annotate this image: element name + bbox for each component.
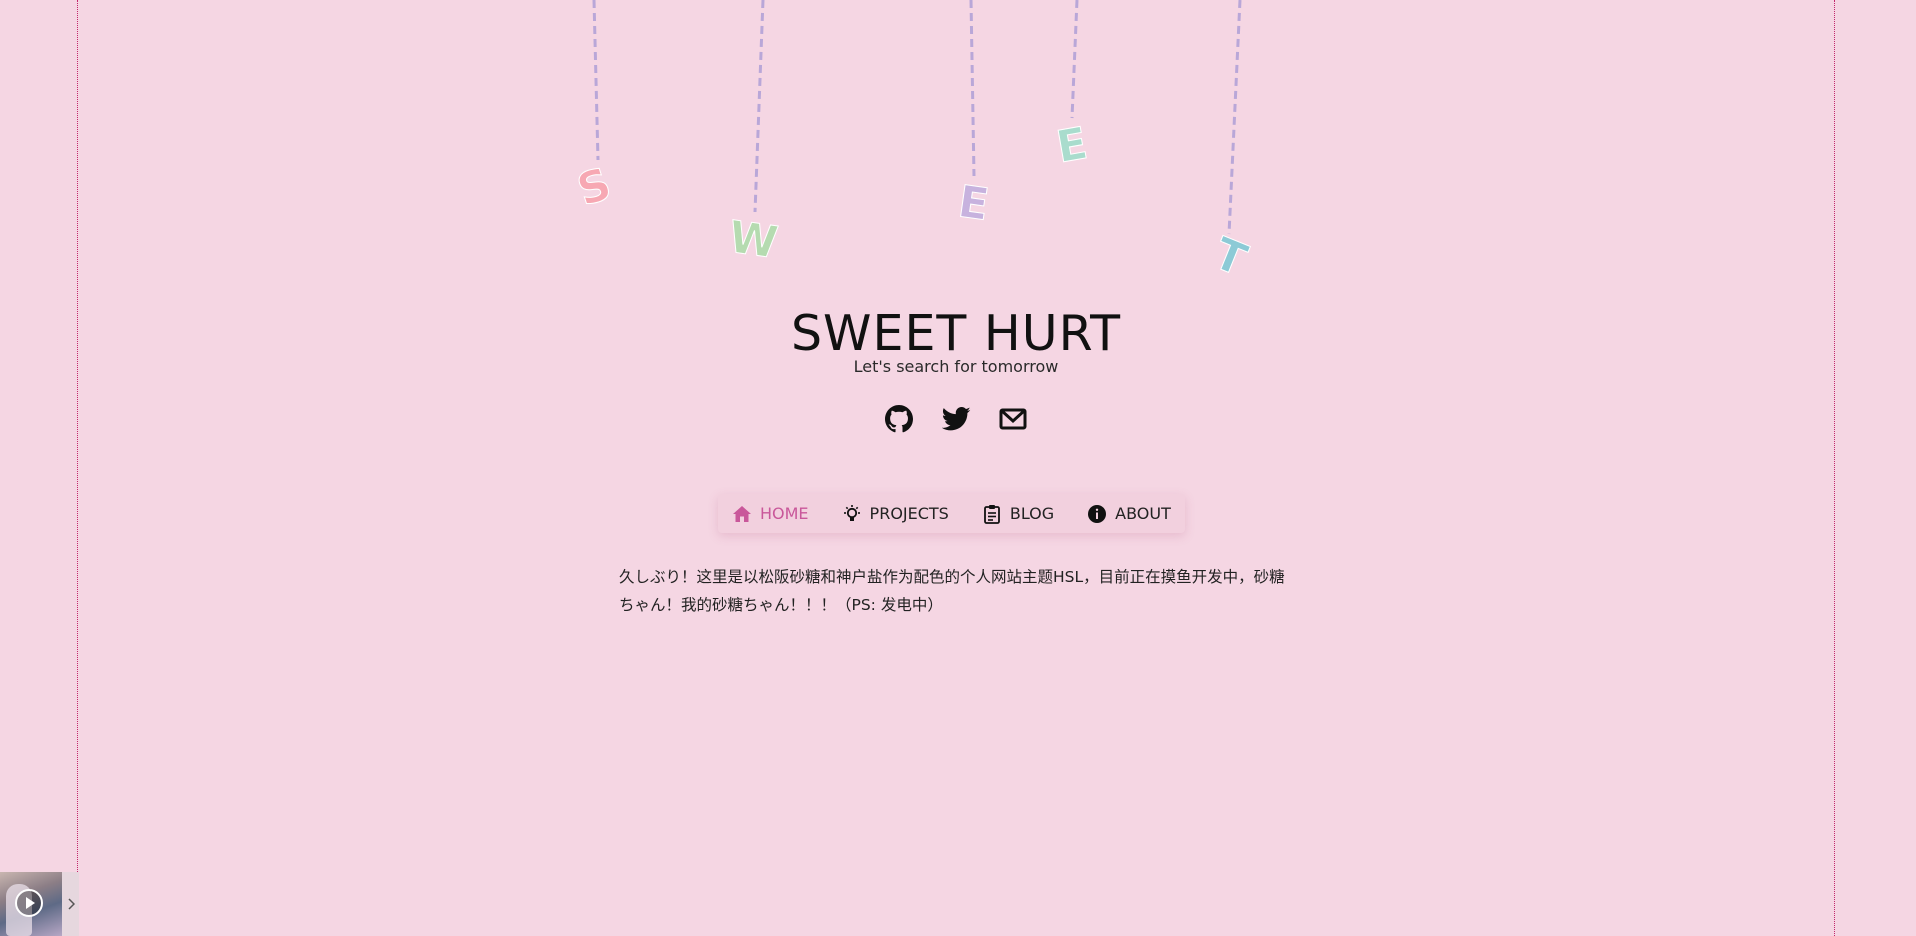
hanging-letter-w-text: W: [726, 212, 781, 269]
site-subtitle: Let's search for tomorrow: [853, 357, 1059, 376]
mail-icon[interactable]: [999, 404, 1028, 433]
left-dotted-border: [77, 0, 78, 936]
info-icon: [1087, 504, 1107, 524]
hanging-letter-s: S: [570, 0, 630, 217]
nav-item-blog-label: BLOG: [1009, 504, 1055, 523]
hanging-letter-e2-text: E: [1053, 118, 1091, 173]
hanging-letter-s-text: S: [571, 158, 617, 216]
site-title: SWEET HURT: [790, 305, 1122, 362]
nav-item-home[interactable]: HOME: [732, 504, 809, 524]
hanging-letter-t-text: T: [1207, 228, 1254, 287]
hanging-letter-w: W: [725, 0, 795, 270]
twitter-icon[interactable]: [941, 404, 971, 433]
music-player: [0, 872, 79, 936]
nav-item-projects[interactable]: PROJECTS: [842, 504, 949, 524]
nav-item-blog[interactable]: BLOG: [982, 504, 1054, 524]
page: S W E E T SWEET HURT Let's search for to…: [0, 0, 1916, 936]
home-icon: [732, 504, 752, 524]
github-icon[interactable]: [885, 404, 914, 433]
nav-item-projects-label: PROJECTS: [869, 504, 949, 523]
hanging-letter-t: T: [1206, 0, 1280, 287]
hanging-letter-e2: E: [1050, 0, 1110, 174]
social-links: [0, 404, 1912, 433]
hanging-letter-e1: E: [955, 0, 1015, 231]
clipboard-icon: [982, 504, 1002, 524]
nav-item-about[interactable]: ABOUT: [1087, 504, 1171, 524]
main-nav: HOME PROJECTS BLOG ABOUT: [718, 494, 1185, 533]
lightbulb-icon: [842, 504, 862, 524]
right-dotted-border: [1834, 0, 1835, 936]
play-icon[interactable]: [14, 888, 44, 918]
nav-item-home-label: HOME: [760, 504, 809, 523]
intro-text: 久しぶり！这里是以松阪砂糖和神户盐作为配色的个人网站主题HSL，目前正在摸鱼开发…: [619, 568, 1285, 614]
nav-item-about-label: ABOUT: [1115, 504, 1171, 523]
album-cover: [0, 872, 62, 936]
chevron-right-icon[interactable]: [62, 872, 79, 936]
hanging-letter-e1-text: E: [955, 176, 992, 231]
